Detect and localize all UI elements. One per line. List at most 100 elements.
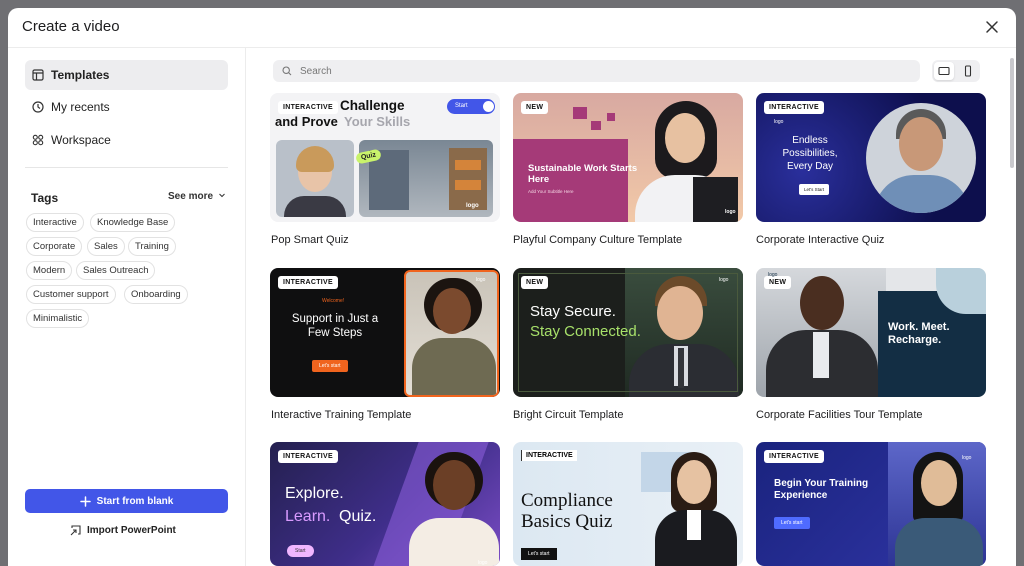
import-powerpoint-label: Import PowerPoint [87, 524, 176, 536]
sidebar-item-templates[interactable]: Templates [25, 60, 228, 90]
badge-new: NEW [521, 101, 549, 114]
card-headline: Support in Just a Few Steps [291, 313, 379, 339]
template-card-pop-smart-quiz[interactable]: INTERACTIVE Challenge and Prove Your Ski… [270, 93, 500, 222]
close-icon[interactable] [982, 17, 1002, 37]
card-headline: Quiz. [339, 508, 377, 525]
dialog-header: Create a video [8, 8, 1016, 48]
card-headline: Your Skills [344, 114, 411, 129]
clock-icon [32, 101, 44, 113]
tag-onboarding[interactable]: Onboarding [124, 285, 188, 304]
template-label: Playful Company Culture Template [513, 234, 683, 246]
chevron-down-icon [218, 193, 225, 198]
plus-icon [79, 495, 91, 507]
portrait-icon [964, 65, 972, 77]
see-more-button[interactable]: See more [168, 191, 226, 202]
tag-training[interactable]: Training [128, 237, 176, 256]
landscape-icon [938, 66, 950, 76]
sidebar-item-label: My recents [51, 100, 110, 114]
import-icon [70, 525, 81, 536]
badge-interactive: INTERACTIVE [278, 101, 338, 114]
template-card-corporate-interactive-quiz[interactable]: INTERACTIVE Endless Possibilities, Every… [756, 93, 986, 222]
card-headline: Work. Meet. Recharge. [888, 321, 950, 346]
card-headline: Stay Connected. [530, 323, 641, 340]
import-powerpoint-button[interactable]: Import PowerPoint [70, 524, 176, 536]
decor-square [607, 113, 615, 121]
logo: logo [476, 277, 486, 283]
presenter-photo [276, 140, 354, 217]
decor-square [591, 121, 601, 130]
card-headline: Compliance Basics Quiz [521, 490, 613, 532]
template-label: Interactive Training Template [271, 409, 412, 421]
logo: logo [719, 277, 729, 283]
template-card-compliance-basics-quiz[interactable]: INTERACTIVE Compliance Basics Quiz Let's… [513, 442, 743, 566]
tag-minimalistic[interactable]: Minimalistic [26, 309, 90, 328]
card-headline: and Prove [275, 114, 338, 129]
tag-sales-outreach[interactable]: Sales Outreach [76, 261, 156, 280]
card-headline: Endless Possibilities, Every Day [782, 135, 838, 172]
logo: logo [962, 455, 972, 461]
presenter-photo [405, 444, 500, 566]
presenter-photo [891, 446, 986, 566]
search-icon [282, 66, 292, 76]
template-card-bright-circuit[interactable]: NEW Stay Secure. Stay Connected. logo [513, 268, 743, 397]
card-cta: Let's Start [799, 184, 830, 195]
search-input[interactable]: Search [273, 60, 920, 82]
search-placeholder: Search [300, 65, 332, 77]
create-video-dialog: Create a video Templates My recents Work… [8, 8, 1016, 566]
card-cta: Start [287, 545, 314, 557]
sidebar-item-label: Templates [51, 68, 110, 82]
workspace-icon [32, 134, 44, 146]
logo: logo [774, 119, 784, 125]
presenter-photo [404, 270, 499, 397]
card-headline: Explore. [285, 485, 344, 502]
badge-interactive: INTERACTIVE [278, 450, 338, 463]
logo: logo [768, 272, 778, 278]
presenter-photo [635, 101, 738, 222]
badge-interactive: INTERACTIVE [278, 276, 338, 289]
template-card-corporate-facilities-tour[interactable]: NEW Work. Meet. Recharge. logo [756, 268, 986, 397]
logo: logo [466, 203, 479, 209]
landscape-toggle-button[interactable] [934, 62, 954, 80]
divider [25, 167, 228, 168]
card-headline: Stay Secure. [530, 303, 616, 320]
sidebar-item-workspace[interactable]: Workspace [25, 125, 228, 155]
card-cta: Let's start [521, 548, 557, 560]
sidebar-item-my-recents[interactable]: My recents [25, 92, 228, 122]
template-label: Corporate Facilities Tour Template [756, 409, 923, 421]
card-cta: Let's start [312, 360, 348, 372]
arrow-icon [483, 101, 494, 112]
see-more-label: See more [168, 191, 214, 202]
card-headline: Sustainable Work Starts Here [528, 163, 638, 185]
badge-interactive: INTERACTIVE [521, 450, 577, 461]
template-card-explore-learn-quiz[interactable]: INTERACTIVE Explore. Learn. Quiz. Start … [270, 442, 500, 566]
card-cta: Start [455, 103, 468, 109]
tag-sales[interactable]: Sales [87, 237, 125, 256]
scrollbar[interactable] [1010, 58, 1014, 168]
dialog-title: Create a video [22, 18, 120, 35]
decor-square [573, 107, 587, 119]
templates-icon [32, 69, 44, 81]
badge-new: NEW [521, 276, 549, 289]
tag-knowledge-base[interactable]: Knowledge Base [90, 213, 176, 232]
template-card-playful-company-culture[interactable]: NEW Sustainable Work Starts Here Add You… [513, 93, 743, 222]
tag-modern[interactable]: Modern [26, 261, 73, 280]
sidebar: Templates My recents Workspace Tags See … [8, 48, 246, 566]
template-card-begin-your-training[interactable]: INTERACTIVE Begin Your Training Experien… [756, 442, 986, 566]
start-from-blank-button[interactable]: Start from blank [25, 489, 228, 513]
tag-corporate[interactable]: Corporate [26, 237, 83, 256]
template-label: Bright Circuit Template [513, 409, 624, 421]
card-subtitle: Add Your Subtitle Here [528, 189, 574, 194]
headline-part: Stay Secure. [530, 303, 616, 320]
presenter-photo [653, 446, 738, 566]
tag-customer-support[interactable]: Customer support [26, 285, 116, 304]
card-cta: Let's start [774, 517, 810, 529]
tags-heading: Tags [31, 191, 59, 205]
orientation-toggle [932, 60, 980, 82]
portrait-toggle-button[interactable] [958, 62, 978, 80]
template-label: Corporate Interactive Quiz [756, 234, 885, 246]
template-card-interactive-training[interactable]: INTERACTIVE Welcome! Support in Just a F… [270, 268, 500, 397]
logo: logo [725, 209, 736, 215]
card-headline: Challenge [340, 98, 405, 113]
tag-interactive[interactable]: Interactive [26, 213, 84, 232]
logo: logo [478, 560, 488, 566]
